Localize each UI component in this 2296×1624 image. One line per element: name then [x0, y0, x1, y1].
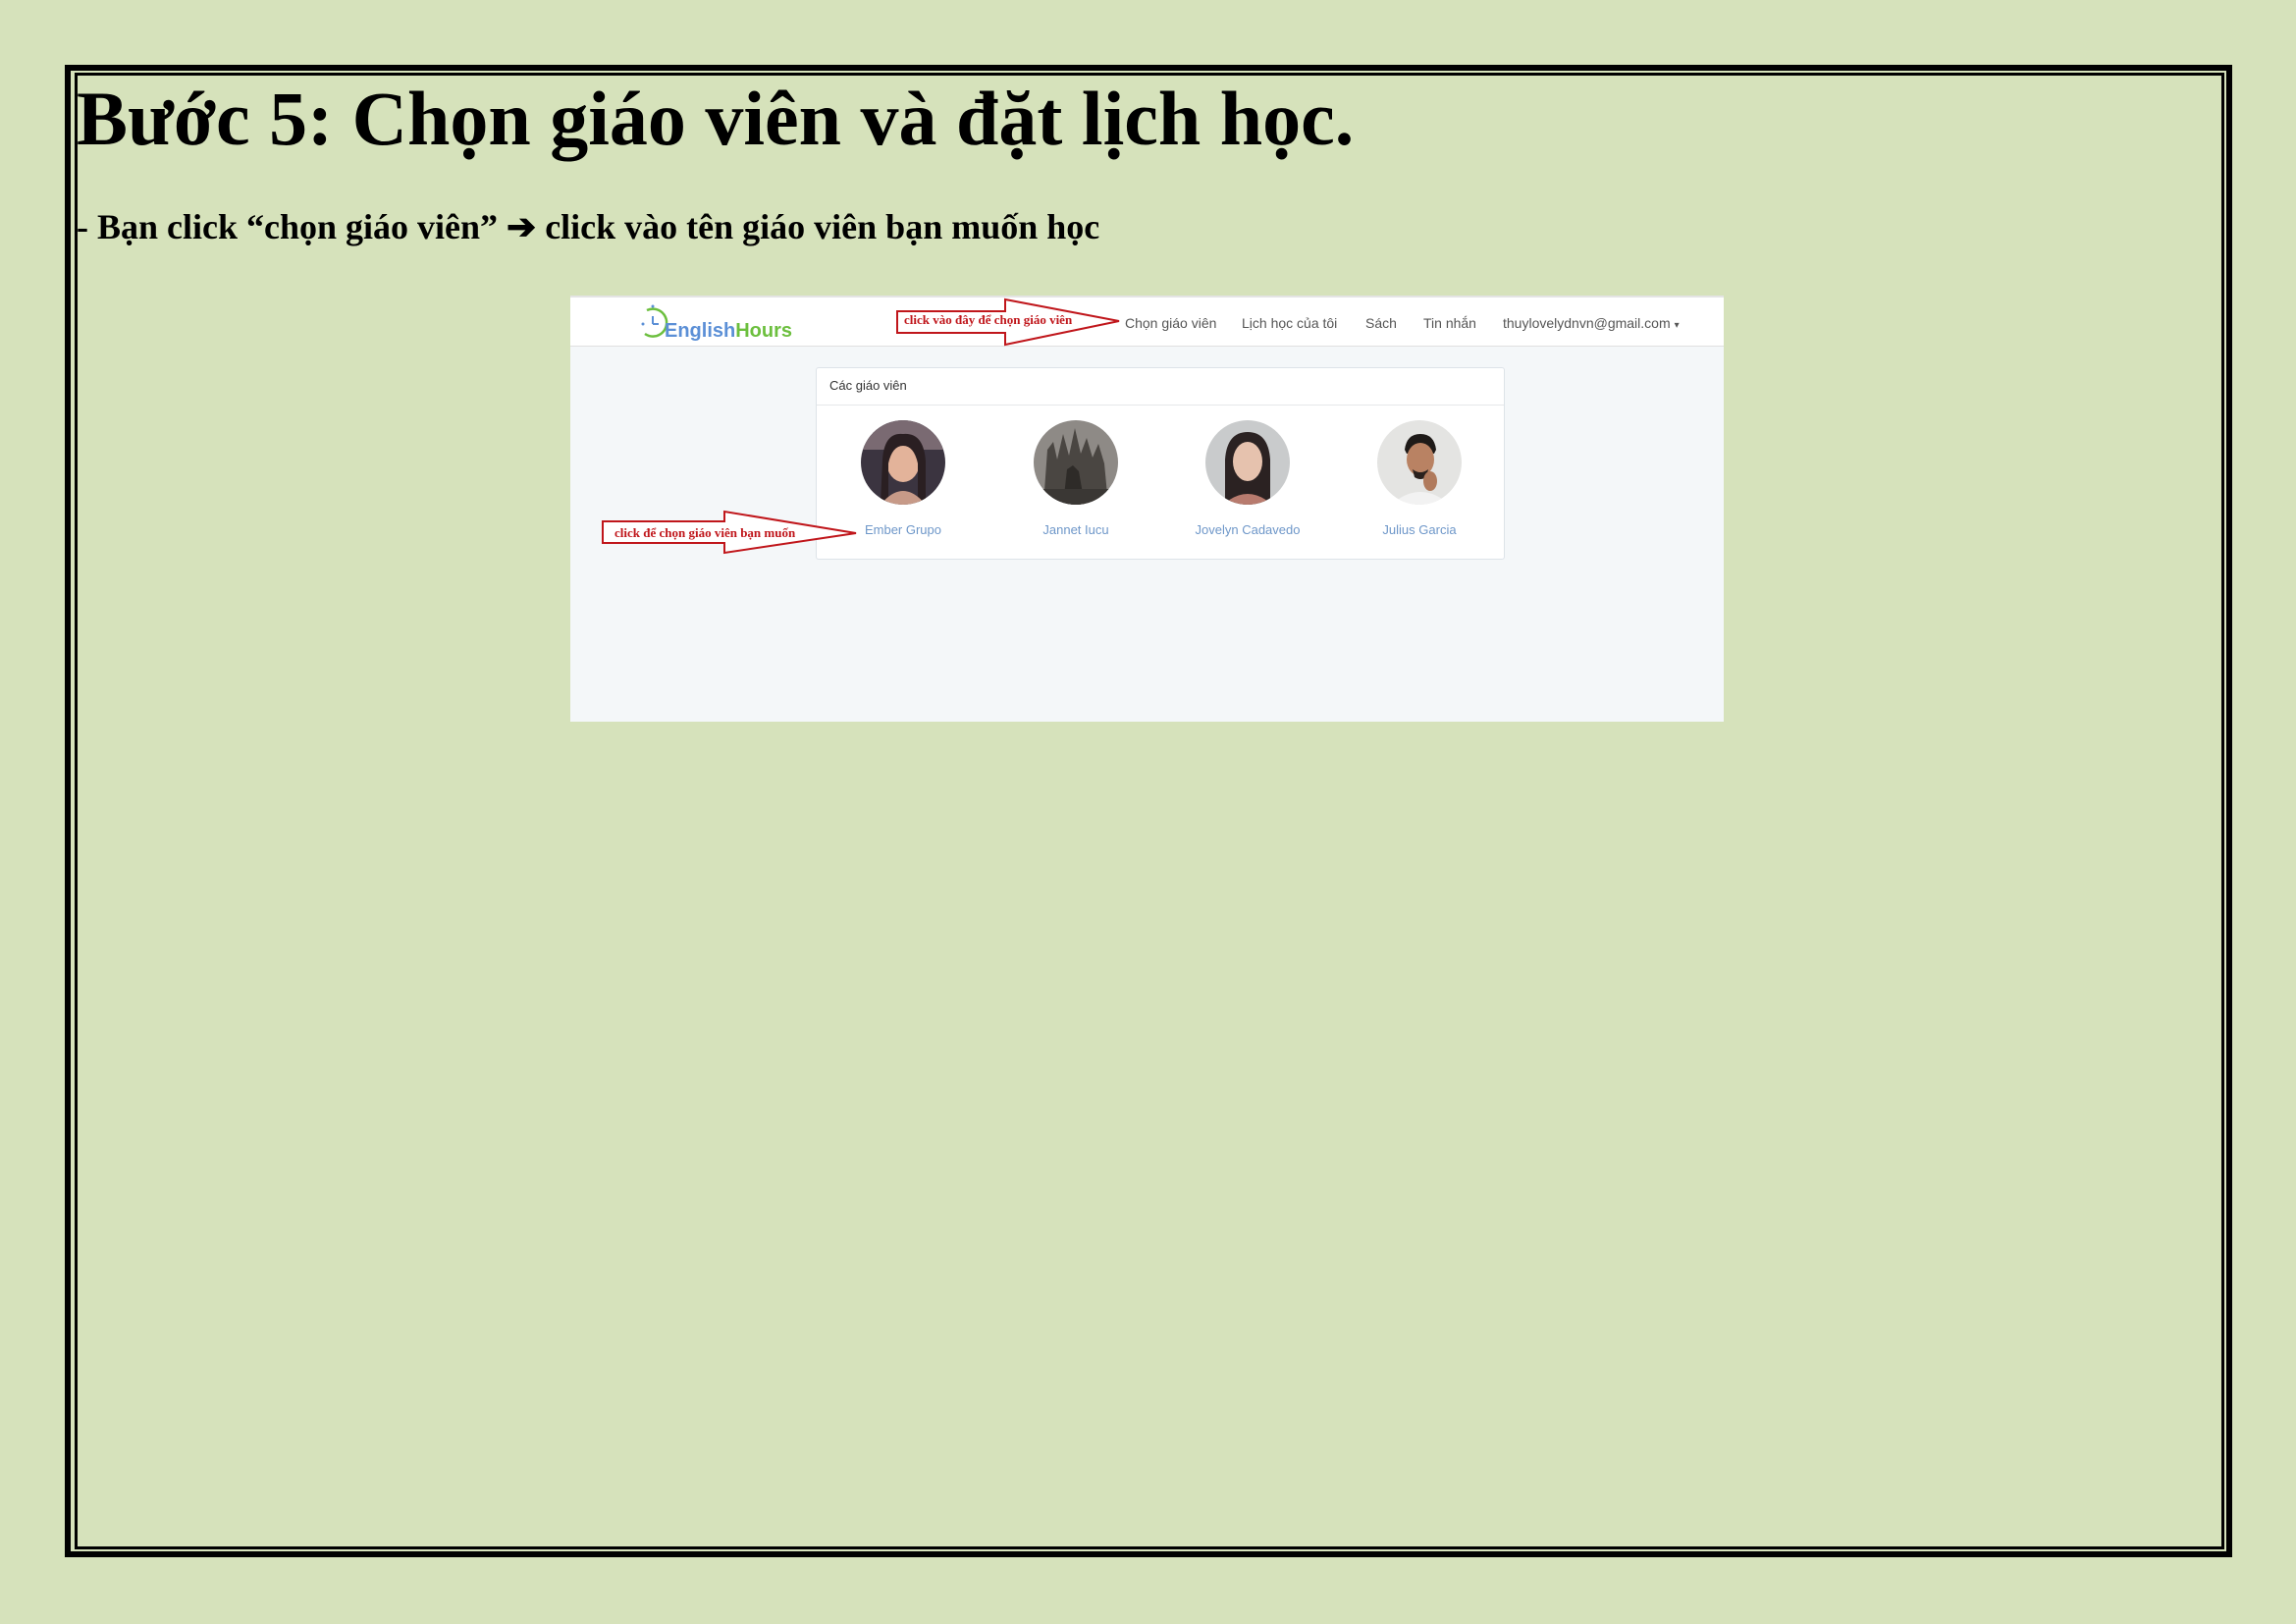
site-logo[interactable]: EnglishHours [639, 302, 796, 346]
nav-choose-teacher[interactable]: Chọn giáo viên [1125, 315, 1216, 331]
nav-messages[interactable]: Tin nhắn [1423, 315, 1476, 331]
teacher-name[interactable]: Julius Garcia [1346, 522, 1493, 537]
avatar [861, 420, 945, 505]
teacher-card-jannet[interactable]: Jannet Iucu [1002, 420, 1149, 537]
avatar [1377, 420, 1462, 505]
logo-text: EnglishHours [665, 320, 792, 343]
account-menu[interactable]: thuylovelydnvn@gmail.com ▾ [1503, 315, 1680, 331]
panel-title: Các giáo viên [817, 368, 1504, 406]
teacher-card-julius[interactable]: Julius Garcia [1346, 420, 1493, 537]
navbar: EnglishHours Chọn giáo viên Lịch học của… [570, 296, 1724, 347]
nav-books[interactable]: Sách [1365, 315, 1397, 331]
instruction-text: - Bạn click “chọn giáo viên” ➔ click vào… [77, 207, 1100, 246]
logo-english: English [665, 320, 736, 342]
callout-nav-hint: click vào đây để chọn giáo viên [904, 312, 1073, 327]
avatar [1034, 420, 1118, 505]
caret-down-icon: ▾ [1674, 320, 1680, 331]
page-border-inner [75, 73, 2224, 1549]
teachers-panel: Các giáo viên Ember Grupo Jannet Iucu Jo… [816, 367, 1505, 560]
website-screenshot: EnglishHours Chọn giáo viên Lịch học của… [570, 296, 1724, 722]
nav-my-schedule[interactable]: Lịch học của tôi [1242, 315, 1337, 331]
teacher-name[interactable]: Jovelyn Cadavedo [1174, 522, 1321, 537]
logo-hours: Hours [735, 320, 793, 342]
account-email: thuylovelydnvn@gmail.com [1503, 315, 1671, 331]
teacher-name[interactable]: Jannet Iucu [1002, 522, 1149, 537]
teacher-card-jovelyn[interactable]: Jovelyn Cadavedo [1174, 420, 1321, 537]
avatar [1205, 420, 1290, 505]
callout-teacher-hint: click để chọn giáo viên bạn muốn [614, 525, 796, 540]
page-title: Bước 5: Chọn giáo viên và đặt lịch học. [77, 76, 1355, 161]
